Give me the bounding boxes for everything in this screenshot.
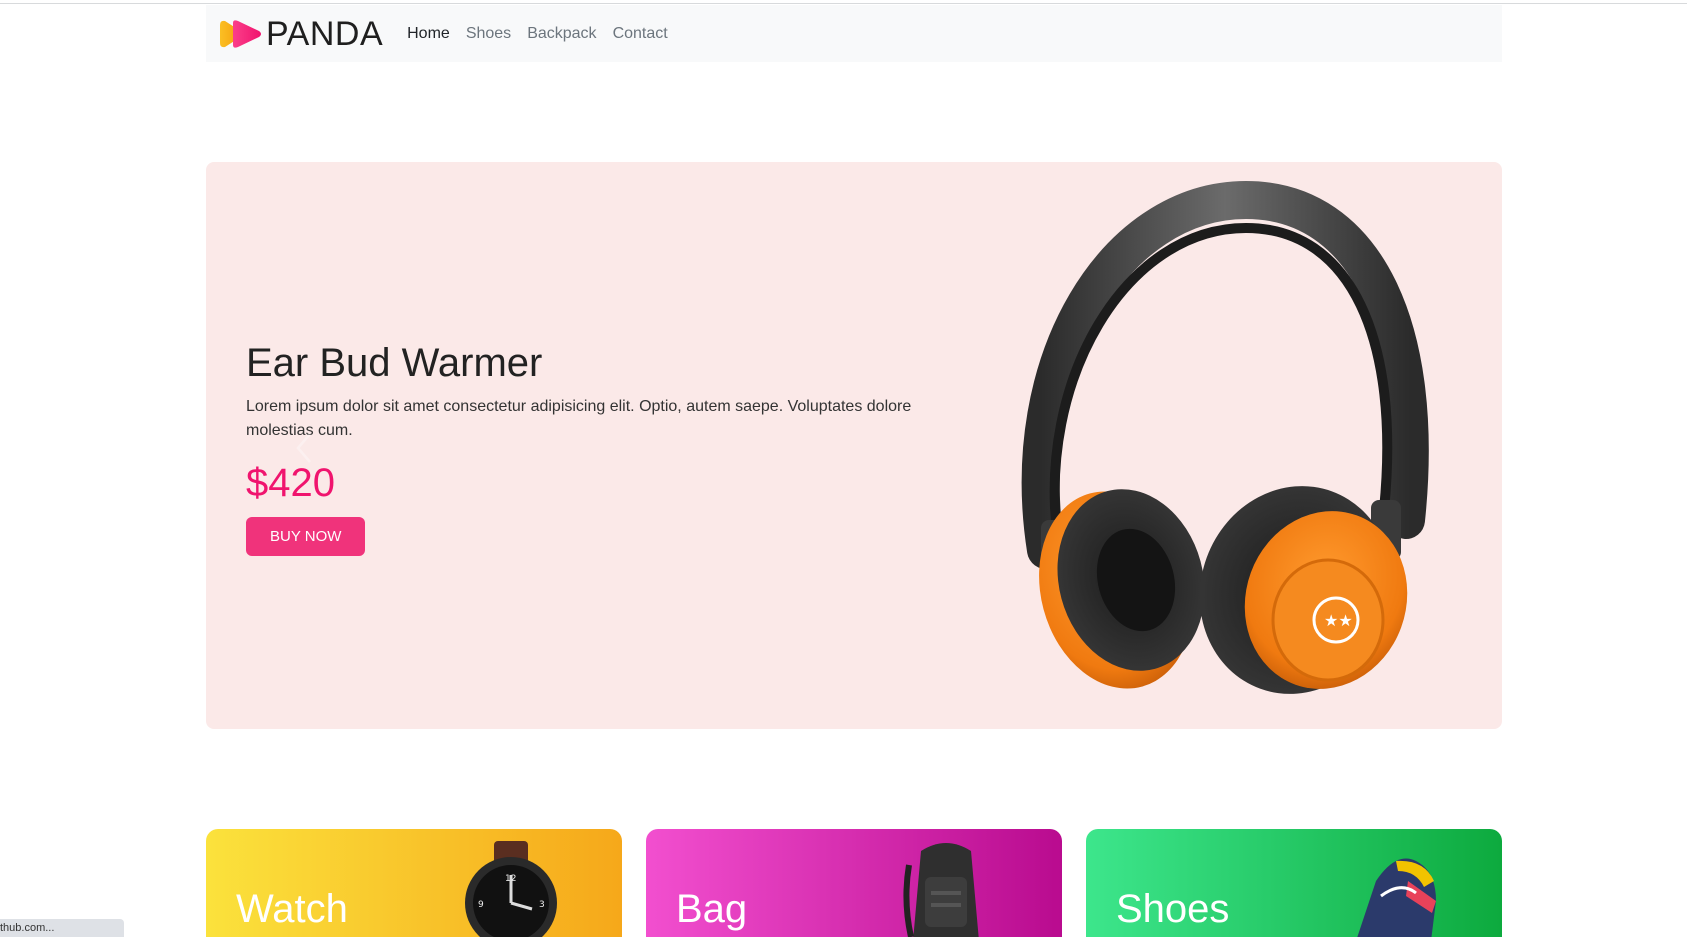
nav-contact-link[interactable]: Contact xyxy=(613,25,668,43)
navbar: PANDA Home Shoes Backpack Contact xyxy=(206,5,1502,62)
watch-image: 12 9 3 xyxy=(465,841,557,937)
svg-text:9: 9 xyxy=(478,900,484,910)
browser-status-bar: thub.com... xyxy=(0,919,124,937)
backpack-image xyxy=(903,843,979,937)
category-card-bag[interactable]: Bag xyxy=(646,829,1062,937)
brand-name: PANDA xyxy=(266,14,384,53)
nav-backpack-link[interactable]: Backpack xyxy=(527,25,596,43)
headphones-image: ★★ xyxy=(1021,180,1429,694)
svg-text:12: 12 xyxy=(505,874,516,884)
hero-title: Ear Bud Warmer xyxy=(246,341,543,385)
nav-home-link[interactable]: Home xyxy=(407,25,450,43)
hero-text: Ear Bud Warmer Lorem ipsum dolor sit ame… xyxy=(246,339,946,556)
category-label: Watch xyxy=(236,887,348,931)
carousel-prev-icon[interactable] xyxy=(292,430,316,466)
hero-carousel: Ear Bud Warmer Lorem ipsum dolor sit ame… xyxy=(206,162,1502,729)
category-card-shoes[interactable]: Shoes xyxy=(1086,829,1502,937)
hero-price: $420 xyxy=(246,461,335,505)
sneaker-image xyxy=(1357,858,1436,937)
nav-links: Home Shoes Backpack Contact xyxy=(407,25,684,43)
browser-top-border xyxy=(0,3,1687,4)
buy-now-button[interactable]: BUY NOW xyxy=(246,517,366,556)
brand[interactable]: PANDA xyxy=(217,17,383,51)
category-card-watch[interactable]: Watch 12 9 3 xyxy=(206,829,622,937)
svg-text:★★: ★★ xyxy=(1324,611,1353,630)
category-label: Bag xyxy=(676,887,748,931)
brand-logo-icon xyxy=(220,19,261,48)
svg-text:3: 3 xyxy=(539,900,545,910)
category-label: Shoes xyxy=(1116,887,1230,931)
category-cards: Watch 12 9 3 Bag Shoes xyxy=(206,829,1502,937)
hero-description: Lorem ipsum dolor sit amet consectetur a… xyxy=(246,398,912,439)
nav-shoes-link[interactable]: Shoes xyxy=(466,25,511,43)
